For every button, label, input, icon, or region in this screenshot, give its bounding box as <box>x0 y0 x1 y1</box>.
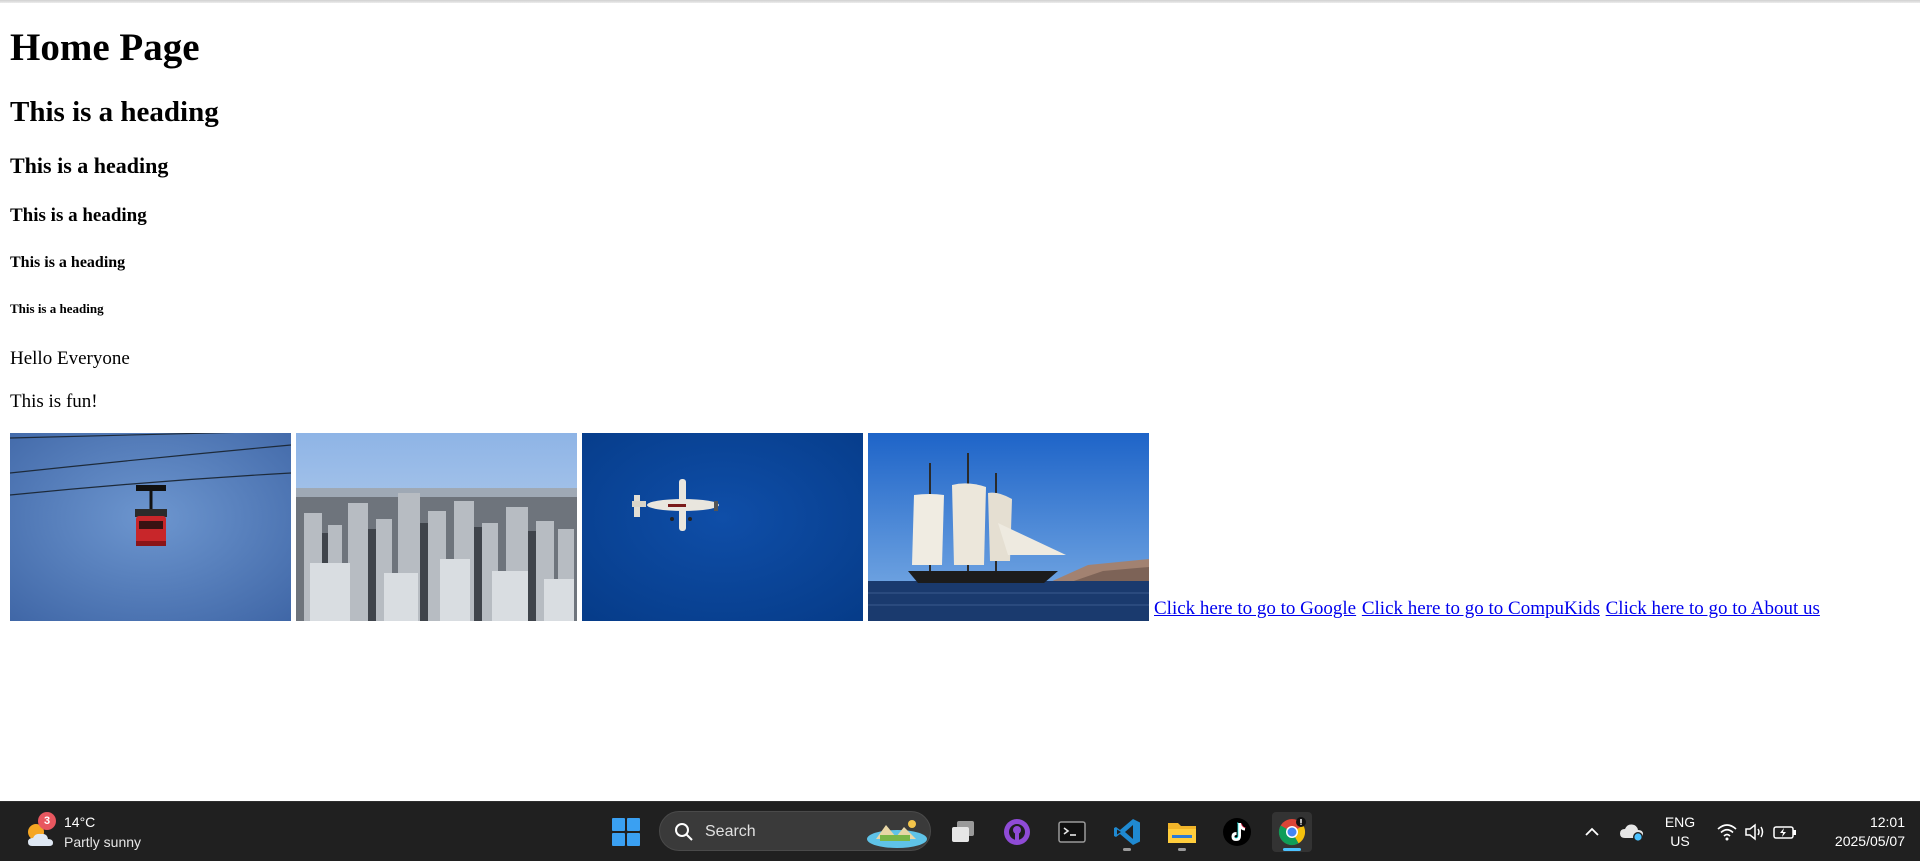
taskbar-clock[interactable]: 12:01 2025/05/07 <box>1805 813 1905 851</box>
file-explorer-button[interactable] <box>1162 812 1202 852</box>
heading-level-2: This is a heading <box>10 96 219 128</box>
heading-level-6: This is a heading <box>10 301 104 316</box>
onedrive-button[interactable] <box>1612 812 1652 852</box>
windows-logo-icon <box>612 818 640 846</box>
terminal-button[interactable] <box>1052 812 1092 852</box>
chrome-active-indicator <box>1283 848 1301 851</box>
clock-date: 2025/05/07 <box>1834 833 1905 849</box>
weather-widget[interactable]: 3 14°C Partly sunny <box>22 810 172 854</box>
tiktok-button[interactable] <box>1217 812 1257 852</box>
link-compukids[interactable]: Click here to go to CompuKids <box>1362 598 1600 619</box>
task-view-icon <box>952 821 974 842</box>
chrome-icon <box>1278 817 1306 846</box>
search-highlight-icon <box>867 820 927 848</box>
fun-paragraph: This is fun! <box>10 391 98 412</box>
onedrive-cloud-icon <box>1620 824 1643 842</box>
weather-badge: 3 <box>38 812 56 830</box>
heading-level-5: This is a heading <box>10 254 126 271</box>
vscode-button[interactable] <box>1107 812 1147 852</box>
link-about-us[interactable]: Click here to go to About us <box>1606 598 1820 619</box>
image-row: Click here to go to Google Click here to… <box>10 433 1910 621</box>
page-content: Home Page This is a heading This is a he… <box>10 0 1910 800</box>
battery-button[interactable] <box>1765 812 1805 852</box>
link-google[interactable]: Click here to go to Google <box>1154 598 1356 619</box>
vscode-icon <box>1114 819 1140 845</box>
explorer-running-indicator <box>1178 848 1186 851</box>
hello-paragraph: Hello Everyone <box>10 348 130 369</box>
taskbar-search[interactable]: Search <box>659 811 931 851</box>
task-view-button[interactable] <box>943 812 983 852</box>
region-code: US <box>1670 833 1690 849</box>
show-hidden-icons-button[interactable] <box>1572 812 1612 852</box>
github-desktop-button[interactable] <box>997 812 1037 852</box>
heading-level-4: This is a heading <box>10 205 147 226</box>
file-explorer-icon <box>1168 823 1196 843</box>
sailing-ship-image <box>868 433 1149 621</box>
weather-temperature: 14°C <box>64 814 96 830</box>
clock-time: 12:01 <box>1869 814 1905 830</box>
input-language-indicator[interactable]: ENG US <box>1660 813 1700 851</box>
chrome-button[interactable] <box>1272 812 1312 852</box>
cable-car-image <box>10 433 291 621</box>
start-button[interactable] <box>606 812 646 852</box>
city-skyline-image <box>296 433 577 621</box>
search-label: Search <box>705 823 756 840</box>
search-icon <box>675 823 693 841</box>
weather-description: Partly sunny <box>64 834 142 850</box>
taskbar: 3 14°C Partly sunny Search ENG US 12:01 … <box>0 801 1920 861</box>
page-title: Home Page <box>10 26 200 69</box>
tiktok-icon <box>1223 818 1251 846</box>
github-desktop-icon <box>1004 819 1030 845</box>
battery-charging-icon <box>1773 826 1796 839</box>
language-code: ENG <box>1664 814 1696 830</box>
chevron-up-icon <box>1585 827 1599 836</box>
vscode-running-indicator <box>1123 848 1131 851</box>
heading-level-3: This is a heading <box>10 153 169 178</box>
wifi-icon <box>1717 824 1737 841</box>
airplane-image <box>582 433 863 621</box>
terminal-icon <box>1058 821 1086 843</box>
speaker-icon <box>1745 823 1764 841</box>
